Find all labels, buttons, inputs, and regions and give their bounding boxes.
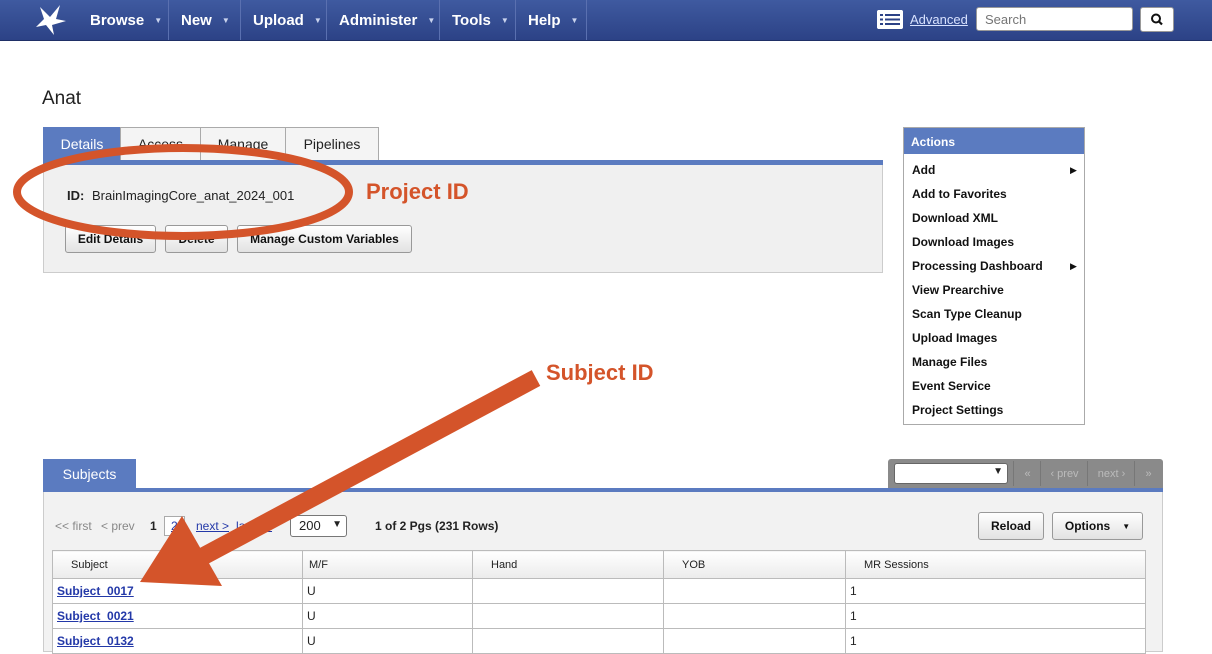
project-id-annotation: Project ID bbox=[366, 179, 469, 204]
project-id-highlight-ellipse bbox=[13, 144, 353, 240]
subject-id-annotation: Subject ID bbox=[546, 360, 654, 385]
subject-id-arrow-shaft bbox=[195, 370, 541, 566]
annotation-overlay bbox=[13, 144, 541, 586]
